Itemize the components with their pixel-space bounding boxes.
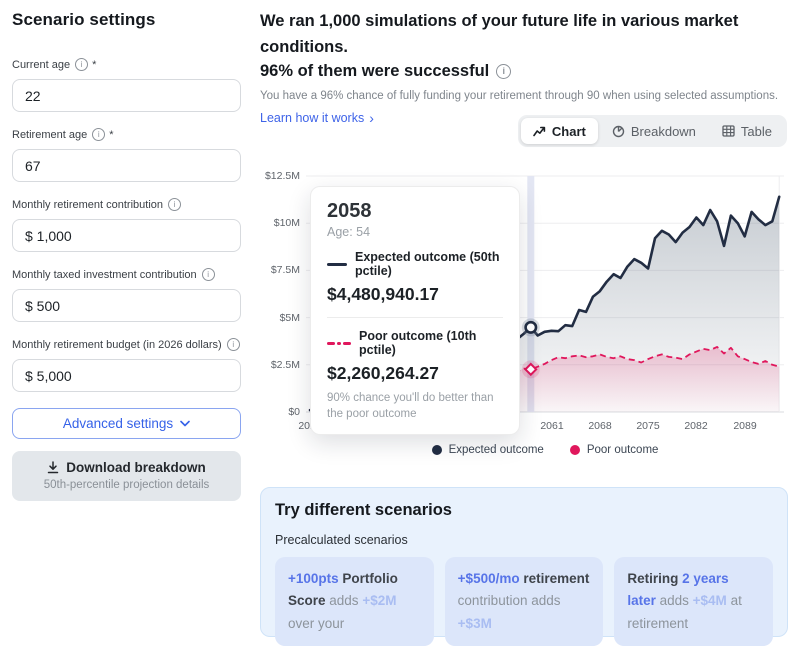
field-label: Monthly retirement budget (in 2026 dolla… <box>12 339 222 351</box>
field-label: Current age <box>12 59 70 71</box>
tooltip-expected-label: Expected outcome (50th pctile) <box>355 250 503 278</box>
y-tick-label: $10M <box>274 217 300 229</box>
scenario-card-text: +$3M <box>458 616 492 631</box>
scenario-card-text: adds <box>656 593 693 608</box>
y-tick-label: $2.5M <box>271 359 300 371</box>
required-asterisk: * <box>92 59 96 71</box>
assumptions-subtext: You have a 96% chance of fully funding y… <box>260 90 788 102</box>
field-monthly-taxed-contribution: Monthly taxed investment contribution i <box>12 268 241 322</box>
download-icon <box>47 461 59 474</box>
info-icon[interactable]: i <box>496 64 511 79</box>
chart-tooltip: 2058 Age: 54 Expected outcome (50th pcti… <box>310 186 520 435</box>
tab-table[interactable]: Table <box>710 118 784 144</box>
tab-table-label: Table <box>741 124 772 139</box>
x-tick-label: 2082 <box>676 420 716 432</box>
y-tick-label: $5M <box>280 312 300 324</box>
headline: We ran 1,000 simulations of your future … <box>260 8 788 61</box>
tooltip-poor-label: Poor outcome (10th pctile) <box>359 329 503 357</box>
download-subtitle: 50th-percentile projection details <box>20 479 233 491</box>
sidebar-title: Scenario settings <box>12 10 241 30</box>
retirement-age-input[interactable] <box>12 149 241 182</box>
results-header: We ran 1,000 simulations of your future … <box>260 8 788 127</box>
current-age-input[interactable] <box>12 79 241 112</box>
legend-dot-poor <box>570 445 580 455</box>
scenario-card-text: +$4M <box>693 593 727 608</box>
scenario-card-text: +100pts <box>288 571 339 586</box>
y-axis-labels: $0 $2.5M $5M $7.5M $10M $12.5M <box>260 172 300 416</box>
field-monthly-retirement-budget: Monthly retirement budget (in 2026 dolla… <box>12 338 241 392</box>
scenario-card-text: adds <box>326 593 363 608</box>
advanced-settings-label: Advanced settings <box>63 416 173 431</box>
y-tick-label: $0 <box>288 406 300 418</box>
success-rate-headline: 96% of them were successful <box>260 62 489 81</box>
pie-chart-icon <box>612 125 625 138</box>
legend-expected: Expected outcome <box>432 444 544 456</box>
scenario-card-text: +$500/mo <box>458 571 520 586</box>
scenario-card-text: over your <box>288 616 344 631</box>
table-icon <box>722 125 735 137</box>
field-current-age: Current age i * <box>12 58 241 112</box>
poor-line-sample <box>327 342 351 345</box>
info-icon[interactable]: i <box>92 128 105 141</box>
scenario-cards: +100pts Portfolio Score adds +$2M over y… <box>275 557 773 646</box>
scenario-card-text: +$2M <box>362 593 396 608</box>
scenario-card-text: retirement <box>520 571 590 586</box>
chart-view-tabs: Chart Breakdown Table <box>518 115 787 147</box>
x-tick-label: 2075 <box>628 420 668 432</box>
chevron-down-icon <box>180 420 190 427</box>
info-icon[interactable]: i <box>202 268 215 281</box>
advanced-settings-button[interactable]: Advanced settings <box>12 408 241 439</box>
tab-chart[interactable]: Chart <box>521 118 598 144</box>
y-tick-label: $7.5M <box>271 264 300 276</box>
download-title: Download breakdown <box>66 460 206 475</box>
scenarios-subtitle: Precalculated scenarios <box>275 533 773 547</box>
scenario-card-text: Retiring <box>627 571 682 586</box>
tooltip-divider <box>327 317 503 318</box>
monthly-retirement-contribution-input[interactable] <box>12 219 241 252</box>
x-tick-label: 2089 <box>725 420 765 432</box>
y-tick-label: $12.5M <box>265 170 300 182</box>
field-retirement-age: Retirement age i * <box>12 128 241 182</box>
scenario-card[interactable]: Retiring 2 years later adds +$4M at reti… <box>614 557 773 646</box>
learn-how-it-works-link[interactable]: Learn how it works › <box>260 111 374 125</box>
legend-poor-label: Poor outcome <box>587 444 659 456</box>
legend-dot-expected <box>432 445 442 455</box>
projection-chart[interactable]: $0$2.5M$5M$7.5M$10M$12.5M 20262033204020… <box>260 172 788 472</box>
legend-expected-label: Expected outcome <box>449 444 544 456</box>
scenario-card-text: contribution adds <box>458 593 561 608</box>
monthly-retirement-budget-input[interactable] <box>12 359 241 392</box>
field-label: Monthly taxed investment contribution <box>12 269 197 281</box>
required-asterisk: * <box>109 129 113 141</box>
tab-breakdown-label: Breakdown <box>631 124 696 139</box>
learn-link-label: Learn how it works <box>260 111 364 125</box>
expected-line-sample <box>327 263 347 266</box>
info-icon[interactable]: i <box>75 58 88 71</box>
tooltip-year: 2058 <box>327 200 503 223</box>
chevron-right-icon: › <box>369 111 374 125</box>
tooltip-expected-value: $4,480,940.17 <box>327 284 503 305</box>
trend-chart-icon <box>533 126 546 137</box>
tooltip-note: 90% chance you'll do better than the poo… <box>327 391 503 422</box>
info-icon[interactable]: i <box>227 338 240 351</box>
monthly-taxed-contribution-input[interactable] <box>12 289 241 322</box>
field-label: Retirement age <box>12 129 87 141</box>
tooltip-poor-value: $2,260,264.27 <box>327 363 503 384</box>
scenario-card[interactable]: +100pts Portfolio Score adds +$2M over y… <box>275 557 434 646</box>
scenario-card[interactable]: +$500/mo retirement contribution adds +$… <box>445 557 604 646</box>
legend-poor: Poor outcome <box>570 444 659 456</box>
tab-chart-label: Chart <box>552 124 586 139</box>
tab-breakdown[interactable]: Breakdown <box>600 118 708 144</box>
info-icon[interactable]: i <box>168 198 181 211</box>
try-scenarios-panel: Try different scenarios Precalculated sc… <box>260 487 788 637</box>
field-label: Monthly retirement contribution <box>12 199 163 211</box>
download-breakdown-button[interactable]: Download breakdown 50th-percentile proje… <box>12 451 241 501</box>
scenario-settings-panel: Scenario settings Current age i * Retire… <box>12 10 241 501</box>
field-monthly-retirement-contribution: Monthly retirement contribution i <box>12 198 241 252</box>
scenarios-title: Try different scenarios <box>275 501 773 520</box>
tooltip-age: Age: 54 <box>327 225 503 239</box>
x-tick-label: 2061 <box>532 420 572 432</box>
x-tick-label: 2068 <box>580 420 620 432</box>
chart-legend: Expected outcome Poor outcome <box>306 444 784 456</box>
